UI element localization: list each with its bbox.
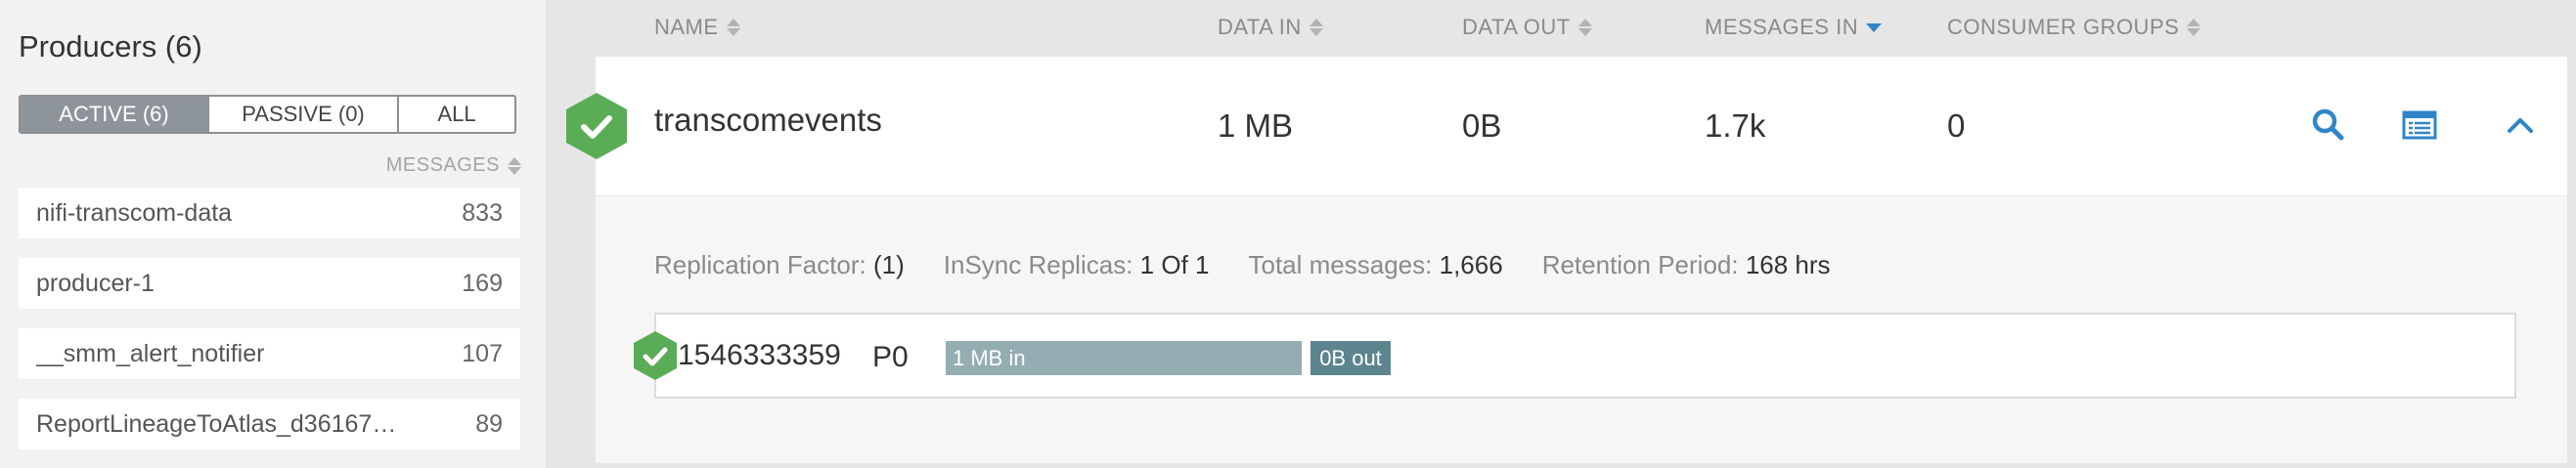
filter-all-button[interactable]: ALL (399, 97, 514, 132)
app-root: Producers (6) ACTIVE (6) PASSIVE (0) ALL… (0, 0, 2576, 468)
partition-bytes-out-bar: 0B out (1310, 341, 1391, 375)
replication-factor-value: (1) (873, 250, 905, 279)
producer-count: 89 (475, 409, 503, 438)
topic-meta: Replication Factor: (1) InSync Replicas:… (654, 250, 1831, 280)
topic-consumer-groups: 0 (1947, 107, 1966, 144)
producer-item[interactable]: __smm_alert_notifier 107 (19, 328, 520, 379)
producer-name: nifi-transcom-data (36, 198, 233, 227)
partition-bytes-in-bar: 1 MB in (946, 341, 1302, 375)
producer-count: 169 (462, 269, 503, 297)
column-consumer-groups-header[interactable]: CONSUMER GROUPS (1947, 15, 2201, 40)
producer-item[interactable]: producer-1 169 (19, 258, 520, 309)
partition-broker-id: 1546333359 (678, 339, 841, 371)
check-hexagon-icon (634, 331, 677, 380)
sort-icon (1309, 19, 1323, 36)
chevron-up-icon[interactable] (2501, 106, 2540, 145)
producer-list: nifi-transcom-data 833 producer-1 169 __… (19, 188, 520, 468)
column-name-label: NAME (654, 15, 719, 39)
column-messages-in-header[interactable]: MESSAGES IN (1705, 15, 1883, 40)
check-hexagon-icon (566, 93, 627, 159)
total-messages-label: Total messages: (1248, 250, 1433, 279)
retention-period-value: 168 hrs (1745, 250, 1831, 279)
retention-period: Retention Period: 168 hrs (1542, 250, 1831, 280)
producer-item[interactable]: ReportLineageToAtlas_d36167… 89 (19, 399, 520, 449)
column-messages-in-label: MESSAGES IN (1705, 15, 1859, 39)
partition-bytes-out-label: 0B out (1319, 345, 1382, 370)
column-data-out-header[interactable]: DATA OUT (1462, 15, 1592, 40)
producer-count: 833 (462, 198, 503, 227)
partition-row[interactable] (654, 313, 2516, 399)
insync-replicas-label: InSync Replicas: (943, 250, 1133, 279)
producer-name: ReportLineageToAtlas_d36167… (36, 409, 397, 438)
replication-factor: Replication Factor: (1) (654, 250, 905, 280)
producer-item[interactable]: nifi-transcom-data 833 (19, 188, 520, 238)
total-messages: Total messages: 1,666 (1249, 250, 1503, 280)
search-icon[interactable] (2309, 106, 2348, 145)
producer-filter-group: ACTIVE (6) PASSIVE (0) ALL (19, 95, 516, 134)
topic-messages-in: 1.7k (1705, 107, 1766, 144)
producer-name: producer-1 (36, 269, 155, 297)
producer-name: __smm_alert_notifier (36, 339, 265, 367)
sort-desc-icon (1866, 22, 1883, 32)
column-name-header[interactable]: NAME (654, 15, 740, 40)
column-data-in-label: DATA IN (1218, 15, 1302, 39)
partition-bytes-in-label: 1 MB in (953, 345, 1026, 370)
producers-title: Producers (6) (19, 29, 202, 64)
filter-active-button[interactable]: ACTIVE (6) (21, 97, 209, 132)
column-data-out-label: DATA OUT (1462, 15, 1571, 39)
replication-factor-label: Replication Factor: (654, 250, 866, 279)
column-consumer-groups-label: CONSUMER GROUPS (1947, 15, 2180, 39)
partition-label: P0 (872, 341, 909, 373)
details-icon[interactable] (2401, 106, 2438, 145)
producers-panel: Producers (6) ACTIVE (6) PASSIVE (0) ALL… (0, 0, 546, 468)
topics-table-header: NAME DATA IN DATA OUT MESSAGES IN CONSUM… (546, 0, 2576, 55)
messages-header-label: MESSAGES (385, 154, 500, 176)
insync-replicas-value: 1 Of 1 (1139, 250, 1210, 279)
insync-replicas: InSync Replicas: 1 Of 1 (944, 250, 1210, 280)
sort-icon (1577, 19, 1592, 36)
topic-name[interactable]: transcomevents (654, 102, 882, 139)
retention-period-label: Retention Period: (1541, 250, 1739, 279)
sort-icon (508, 156, 521, 175)
messages-sort-header[interactable]: MESSAGES (386, 154, 521, 177)
column-data-in-header[interactable]: DATA IN (1218, 15, 1323, 40)
sort-icon (726, 19, 740, 36)
filter-passive-button[interactable]: PASSIVE (0) (209, 97, 399, 132)
total-messages-value: 1,666 (1439, 250, 1503, 279)
topic-data-in: 1 MB (1218, 107, 1294, 144)
producer-count: 107 (462, 339, 503, 367)
sort-icon (2187, 19, 2201, 36)
topic-data-out: 0B (1462, 107, 1502, 144)
